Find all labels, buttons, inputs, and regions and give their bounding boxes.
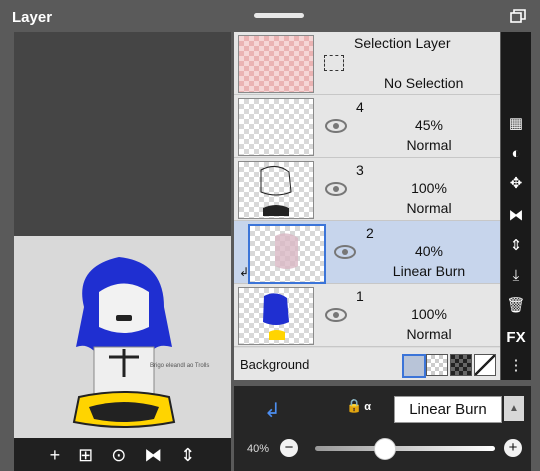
layer-thumbnail (238, 98, 314, 156)
layer-opacity: 100% (411, 306, 447, 322)
more-icon[interactable]: ⋮ (501, 358, 531, 374)
opacity-decrease-button[interactable]: − (280, 439, 298, 457)
layer-thumbnail (238, 161, 314, 219)
layer-number: 1 (356, 288, 364, 304)
blend-mode-arrow-icon[interactable]: ▲ (504, 396, 524, 421)
background-row[interactable]: Background (234, 348, 500, 380)
layer-blend-mode: Normal (406, 137, 452, 153)
window-icon[interactable] (510, 9, 526, 23)
layer-thumbnail (238, 287, 314, 345)
visibility-eye-icon[interactable] (325, 119, 347, 133)
panel-title: Layer (12, 9, 53, 26)
canvas-preview[interactable]: Brigo eleandl ao Trolls (14, 32, 231, 438)
opacity-increase-button[interactable]: + (504, 439, 522, 457)
layer-number: 3 (356, 162, 364, 178)
blend-mode-select[interactable]: Linear Burn (394, 396, 502, 423)
flip-horizontal-icon[interactable]: ⧓ (144, 446, 162, 464)
visibility-eye-icon[interactable] (325, 182, 347, 196)
drag-handle[interactable] (254, 13, 304, 18)
clip-indicator-icon: ↲ (239, 265, 250, 279)
background-swatch-transparent[interactable] (426, 354, 448, 376)
visibility-eye-icon[interactable] (334, 245, 356, 259)
opacity-slider-knob[interactable] (374, 438, 396, 460)
selection-thumbnail (238, 35, 314, 93)
background-swatch-solid[interactable] (402, 354, 426, 378)
clipping-icon[interactable]: ↲ (264, 398, 281, 423)
visibility-eye-icon[interactable] (325, 308, 347, 322)
move-icon[interactable]: ✥ (501, 176, 531, 192)
layer-thumbnail (248, 224, 326, 284)
layer-opacity: 100% (411, 180, 447, 196)
checker-icon[interactable]: ▦ (501, 116, 531, 132)
character-drawing (72, 257, 176, 428)
layer-row-selection[interactable]: Selection Layer No Selection (234, 32, 500, 95)
background-swatch-dark[interactable] (450, 354, 472, 376)
layer-number: 4 (356, 99, 364, 115)
canvas-watermark: Brigo eleandl ao Trolls (150, 363, 210, 369)
selection-subtitle: No Selection (384, 75, 464, 91)
layer-blend-mode: Normal (406, 326, 452, 342)
layer-list: Selection Layer No Selection 4 45% Norma… (234, 32, 500, 380)
layer-blend-mode: Linear Burn (392, 263, 466, 279)
move-down-icon[interactable]: ⤓ (501, 268, 531, 284)
merge-icon[interactable]: ⇕ (501, 238, 531, 254)
add-layer-icon[interactable]: + (50, 446, 61, 464)
canvas-toolbar: + ⊞ ⊙ ⧓ ⇕ (14, 438, 231, 471)
alpha-label: α (364, 401, 371, 413)
background-swatch-none[interactable] (474, 354, 496, 376)
layer-number: 2 (366, 225, 374, 241)
mask-icon[interactable]: ◐ (501, 146, 531, 162)
layer-row-1[interactable]: 1 100% Normal (234, 284, 500, 347)
selection-title: Selection Layer (354, 35, 451, 51)
add-image-icon[interactable]: ⊞ (78, 446, 93, 464)
layer-tools-sidebar: ▦ ◐ ✥ ⧓ ⇕ ⤓ 🗑 FX ⋮ (501, 32, 531, 380)
opacity-label: 40% (247, 443, 270, 455)
selection-icon (324, 55, 344, 71)
alpha-lock-button[interactable]: 🔒 α (346, 398, 371, 414)
flip-vertical-icon[interactable]: ⇕ (180, 446, 195, 464)
camera-icon[interactable]: ⊙ (111, 446, 126, 464)
canvas-dark-area (14, 32, 231, 236)
background-label: Background (240, 357, 310, 372)
fx-button[interactable]: FX (501, 330, 531, 346)
opacity-slider-track[interactable] (315, 446, 495, 451)
flip-icon[interactable]: ⧓ (501, 208, 531, 224)
layer-row-2[interactable]: 2 40% Linear Burn ↲ (234, 221, 500, 284)
trash-icon[interactable]: 🗑 (501, 298, 531, 314)
layer-opacity: 40% (414, 243, 444, 259)
layer-opacity: 45% (414, 117, 444, 133)
layer-row-3[interactable]: 3 100% Normal (234, 158, 500, 221)
layer-blend-mode: Normal (406, 200, 452, 216)
layer-row-4[interactable]: 4 45% Normal (234, 95, 500, 158)
